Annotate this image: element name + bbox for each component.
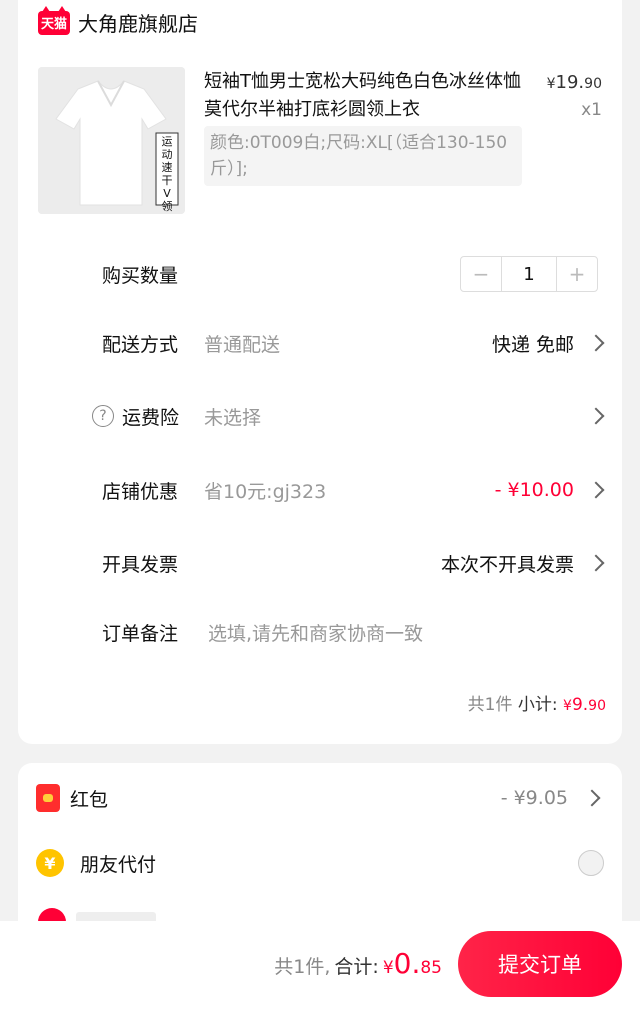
product-quantity: x1: [581, 100, 602, 120]
order-note-row: 订单备注 选填,请先和商家协商一致: [18, 612, 622, 652]
delivery-value: 普通配送: [204, 333, 281, 356]
price-decimal: 90: [584, 76, 602, 92]
order-total: 共1件, 合计: ¥0.85: [274, 947, 442, 980]
total-amount: ¥0.85: [383, 947, 442, 980]
total-label: 合计:: [334, 956, 379, 978]
product-title[interactable]: 短袖T恤男士宽松大码纯色白色冰丝体恤莫代尔半袖打底衫圆领上衣: [204, 68, 524, 124]
discount-value: 省10元:gj323: [204, 480, 327, 503]
subtotal-amount: ¥9.90: [563, 695, 606, 715]
insurance-value: 未选择: [204, 406, 262, 429]
shipping-insurance-row[interactable]: ? 运费险 未选择: [18, 396, 622, 436]
chevron-right-icon: [587, 334, 605, 352]
invoice-value: 本次不开具发票: [440, 553, 574, 576]
tmall-logo-icon: 天猫: [38, 5, 70, 35]
subtotal-currency: ¥: [563, 698, 572, 714]
shop-header[interactable]: 天猫 大角鹿旗舰店: [38, 5, 198, 37]
increase-button[interactable]: +: [557, 257, 597, 291]
store-discount-row[interactable]: 店铺优惠 省10元:gj323 - ¥10.00: [18, 470, 622, 510]
delivery-row[interactable]: 配送方式 普通配送 快递 免邮: [18, 323, 622, 363]
red-packet-label: 红包: [70, 788, 109, 811]
chevron-right-icon: [587, 481, 605, 499]
friend-pay-radio[interactable]: [578, 850, 604, 876]
note-label: 订单备注: [102, 622, 179, 645]
subtotal-label: 小计:: [517, 695, 558, 715]
price-currency: ¥: [546, 76, 556, 92]
subtotal-decimal: 90: [588, 698, 606, 714]
red-packet-row[interactable]: 红包 - ¥9.05: [18, 776, 622, 820]
insurance-label: 运费险: [122, 406, 180, 429]
total-currency: ¥: [382, 958, 394, 978]
decrease-button[interactable]: −: [461, 257, 501, 291]
submit-order-button[interactable]: 提交订单: [458, 931, 622, 997]
product-image[interactable]: 运动速干V领: [38, 67, 185, 214]
quantity-label: 购买数量: [102, 264, 179, 287]
product-price: ¥19.90: [547, 72, 602, 93]
chevron-right-icon: [583, 789, 601, 807]
red-packet-icon: [36, 784, 60, 812]
help-icon[interactable]: ?: [92, 405, 114, 427]
order-card: 天猫 大角鹿旗舰店 运动速干V领 短袖T恤男士宽松大码纯色白色冰丝体恤莫代尔半袖…: [18, 0, 622, 744]
quantity-value[interactable]: 1: [501, 257, 557, 291]
subtotal-integer: 9.: [571, 695, 589, 715]
total-integer: 0.: [393, 947, 421, 980]
sku-info[interactable]: 颜色:0T009白;尺码:XL[（适合130-150斤）];: [204, 126, 522, 186]
checkout-bar: 共1件, 合计: ¥0.85 提交订单: [0, 921, 640, 1009]
total-decimal: 85: [420, 958, 442, 978]
delivery-method: 快递 免邮: [491, 333, 574, 356]
chevron-right-icon: [587, 407, 605, 425]
subtotal-count: 共1件: [467, 695, 513, 715]
subtotal: 共1件 小计: ¥9.90: [468, 690, 606, 715]
discount-amount: - ¥10.00: [494, 479, 574, 501]
discount-label: 店铺优惠: [102, 480, 179, 503]
invoice-row[interactable]: 开具发票 本次不开具发票: [18, 543, 622, 583]
shop-name[interactable]: 大角鹿旗舰店: [78, 8, 198, 37]
invoice-label: 开具发票: [102, 553, 179, 576]
total-count: 共1件,: [274, 956, 331, 978]
red-packet-value: - ¥9.05: [500, 787, 568, 809]
yen-coin-icon: ¥: [36, 849, 64, 877]
chevron-right-icon: [587, 554, 605, 572]
friend-pay-row[interactable]: ¥ 朋友代付: [18, 841, 622, 885]
delivery-label: 配送方式: [102, 333, 179, 356]
note-input[interactable]: 选填,请先和商家协商一致: [208, 619, 423, 646]
quantity-row: 购买数量 − 1 +: [18, 254, 622, 294]
friend-pay-label: 朋友代付: [80, 853, 157, 876]
quantity-stepper[interactable]: − 1 +: [460, 256, 598, 292]
product-tag: 运动速干V领: [161, 135, 173, 213]
price-integer: 19.: [555, 72, 585, 93]
